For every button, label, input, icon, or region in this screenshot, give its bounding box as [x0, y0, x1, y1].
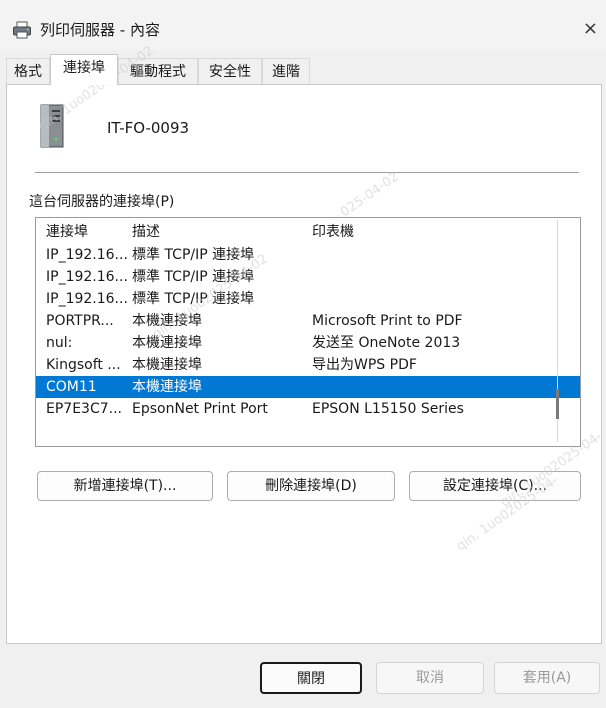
scrollbar-thumb[interactable] [556, 389, 559, 419]
close-icon[interactable]: × [583, 18, 598, 40]
cell-port: PORTPR... [46, 313, 114, 329]
table-row[interactable]: PORTPR... 本機連接埠 Microsoft Print to PDF [36, 310, 580, 332]
separator [35, 172, 579, 173]
cell-printer: EPSON L15150 Series [312, 401, 464, 417]
cell-port: IP_192.16... [46, 247, 128, 263]
list-header: 連接埠 描述 印表機 [36, 218, 580, 246]
column-header-port[interactable]: 連接埠 [46, 218, 88, 246]
cell-description: 本機連接埠 [132, 379, 202, 395]
cell-description: 本機連接埠 [132, 357, 202, 373]
table-row[interactable]: nul: 本機連接埠 发送至 OneNote 2013 [36, 332, 580, 354]
table-row[interactable]: Kingsoft ... 本機連接埠 导出为WPS PDF [36, 354, 580, 376]
cell-printer: 导出为WPS PDF [312, 357, 417, 373]
cell-description: 本機連接埠 [132, 313, 202, 329]
cell-port: nul: [46, 335, 73, 351]
list-rows: IP_192.16... 標準 TCP/IP 連接埠 IP_192.16... … [36, 244, 580, 420]
tab-drivers[interactable]: 驅動程式 [118, 58, 198, 84]
tab-advanced[interactable]: 進階 [262, 58, 310, 84]
add-port-button[interactable]: 新增連接埠(T)... [37, 471, 213, 501]
ports-list-label: 這台伺服器的連接埠(P) [29, 194, 175, 210]
cell-description: 標準 TCP/IP 連接埠 [132, 269, 255, 285]
column-header-printer[interactable]: 印表機 [312, 218, 354, 246]
cell-port: Kingsoft ... [46, 357, 121, 373]
cell-description: 標準 TCP/IP 連接埠 [132, 291, 255, 307]
cell-description: 標準 TCP/IP 連接埠 [132, 247, 255, 263]
table-row-selected[interactable]: COM11 本機連接埠 [36, 376, 580, 398]
table-row[interactable]: EP7E3C7... EpsonNet Print Port EPSON L15… [36, 398, 580, 420]
column-header-description[interactable]: 描述 [132, 218, 160, 246]
table-row[interactable]: IP_192.16... 標準 TCP/IP 連接埠 [36, 244, 580, 266]
top-strip [0, 0, 606, 10]
close-button[interactable]: 關閉 [260, 662, 362, 694]
cancel-button[interactable]: 取消 [376, 662, 484, 694]
cell-printer: 发送至 OneNote 2013 [312, 335, 461, 351]
tab-format[interactable]: 格式 [6, 58, 50, 84]
cell-description: EpsonNet Print Port [132, 401, 268, 417]
table-row[interactable]: IP_192.16... 標準 TCP/IP 連接埠 [36, 288, 580, 310]
cell-printer: Microsoft Print to PDF [312, 313, 463, 329]
server-tower-icon [40, 104, 64, 148]
dialog-body: 格式 連接埠 驅動程式 安全性 進階 IT-FO-0093 這台伺服器的連接埠(… [0, 50, 606, 708]
cell-port: IP_192.16... [46, 269, 128, 285]
cell-description: 本機連接埠 [132, 335, 202, 351]
cell-port: IP_192.16... [46, 291, 128, 307]
server-name: IT-FO-0093 [107, 119, 190, 137]
configure-port-button[interactable]: 設定連接埠(C)... [409, 471, 581, 501]
ports-list[interactable]: 連接埠 描述 印表機 IP_192.16... 標準 TCP/IP 連接埠 IP… [35, 217, 581, 447]
delete-port-button[interactable]: 刪除連接埠(D) [227, 471, 395, 501]
cell-port: COM11 [46, 379, 97, 395]
printer-icon [13, 21, 31, 39]
cell-port: EP7E3C7... [46, 401, 122, 417]
tab-ports[interactable]: 連接埠 [50, 54, 118, 85]
tab-security[interactable]: 安全性 [198, 58, 262, 84]
ports-panel: IT-FO-0093 這台伺服器的連接埠(P) 連接埠 描述 印表機 IP_19… [6, 84, 602, 644]
apply-button[interactable]: 套用(A) [494, 662, 600, 694]
table-row[interactable]: IP_192.16... 標準 TCP/IP 連接埠 [36, 266, 580, 288]
title-bar: 列印伺服器 - 內容 × [0, 10, 606, 50]
window-title: 列印伺服器 - 內容 [40, 21, 160, 39]
